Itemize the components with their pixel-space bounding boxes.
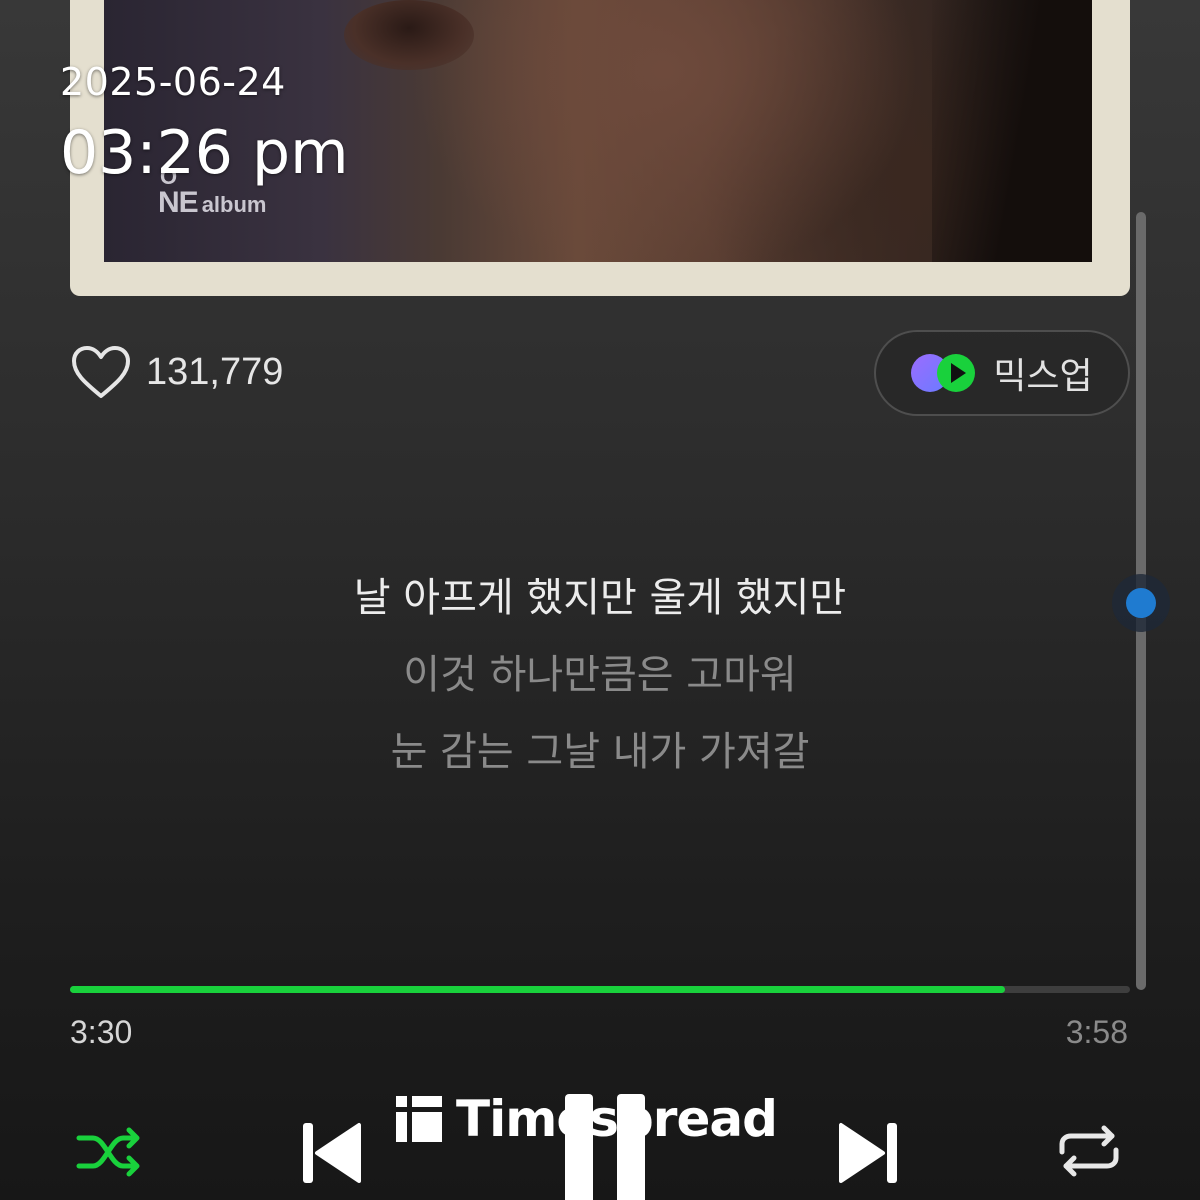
mixup-button[interactable]: 믹스업: [874, 330, 1130, 416]
mixup-label: 믹스업: [993, 356, 1093, 397]
album-art-shadow: [932, 0, 1092, 262]
shuffle-icon: [76, 1127, 140, 1177]
lyrics-scroll-handle[interactable]: [1112, 574, 1170, 632]
overlay-date: 2025-06-24: [60, 60, 286, 104]
lyrics-panel[interactable]: 날 아프게 했지만 울게 했지만 이것 하나만큼은 고마워 눈 감는 그날 내가…: [0, 560, 1200, 791]
next-button[interactable]: [834, 1118, 904, 1188]
repeat-icon: [1059, 1125, 1119, 1177]
album-logo-album: album: [201, 192, 267, 217]
previous-button[interactable]: [296, 1118, 366, 1188]
like-count: 131,779: [146, 350, 284, 393]
elapsed-time: 3:30: [70, 1014, 133, 1050]
shuffle-button[interactable]: [74, 1122, 146, 1182]
watermark: Timespread: [396, 1090, 778, 1148]
skip-previous-icon: [303, 1123, 361, 1183]
watermark-logo-icon: [396, 1096, 442, 1142]
progress-fill: [70, 986, 1005, 993]
lyric-line[interactable]: 눈 감는 그날 내가 가져갈: [0, 714, 1200, 791]
overlay-time: 03:26 pm: [60, 118, 349, 188]
like-row[interactable]: 131,779: [70, 344, 283, 400]
mixup-icon: [911, 352, 983, 394]
scroll-handle-dot: [1126, 588, 1156, 618]
lyric-line-current[interactable]: 날 아프게 했지만 울게 했지만: [0, 560, 1200, 637]
album-logo-ne: NE: [158, 186, 199, 219]
heart-icon[interactable]: [70, 344, 132, 400]
watermark-text: Timespread: [456, 1090, 778, 1148]
skip-next-icon: [839, 1123, 897, 1183]
album-art-detail: [344, 0, 474, 70]
total-time: 3:58: [1065, 1014, 1128, 1050]
lyric-line[interactable]: 이것 하나만큼은 고마워: [0, 637, 1200, 714]
progress-bar[interactable]: [70, 986, 1130, 993]
repeat-button[interactable]: [1054, 1120, 1124, 1182]
